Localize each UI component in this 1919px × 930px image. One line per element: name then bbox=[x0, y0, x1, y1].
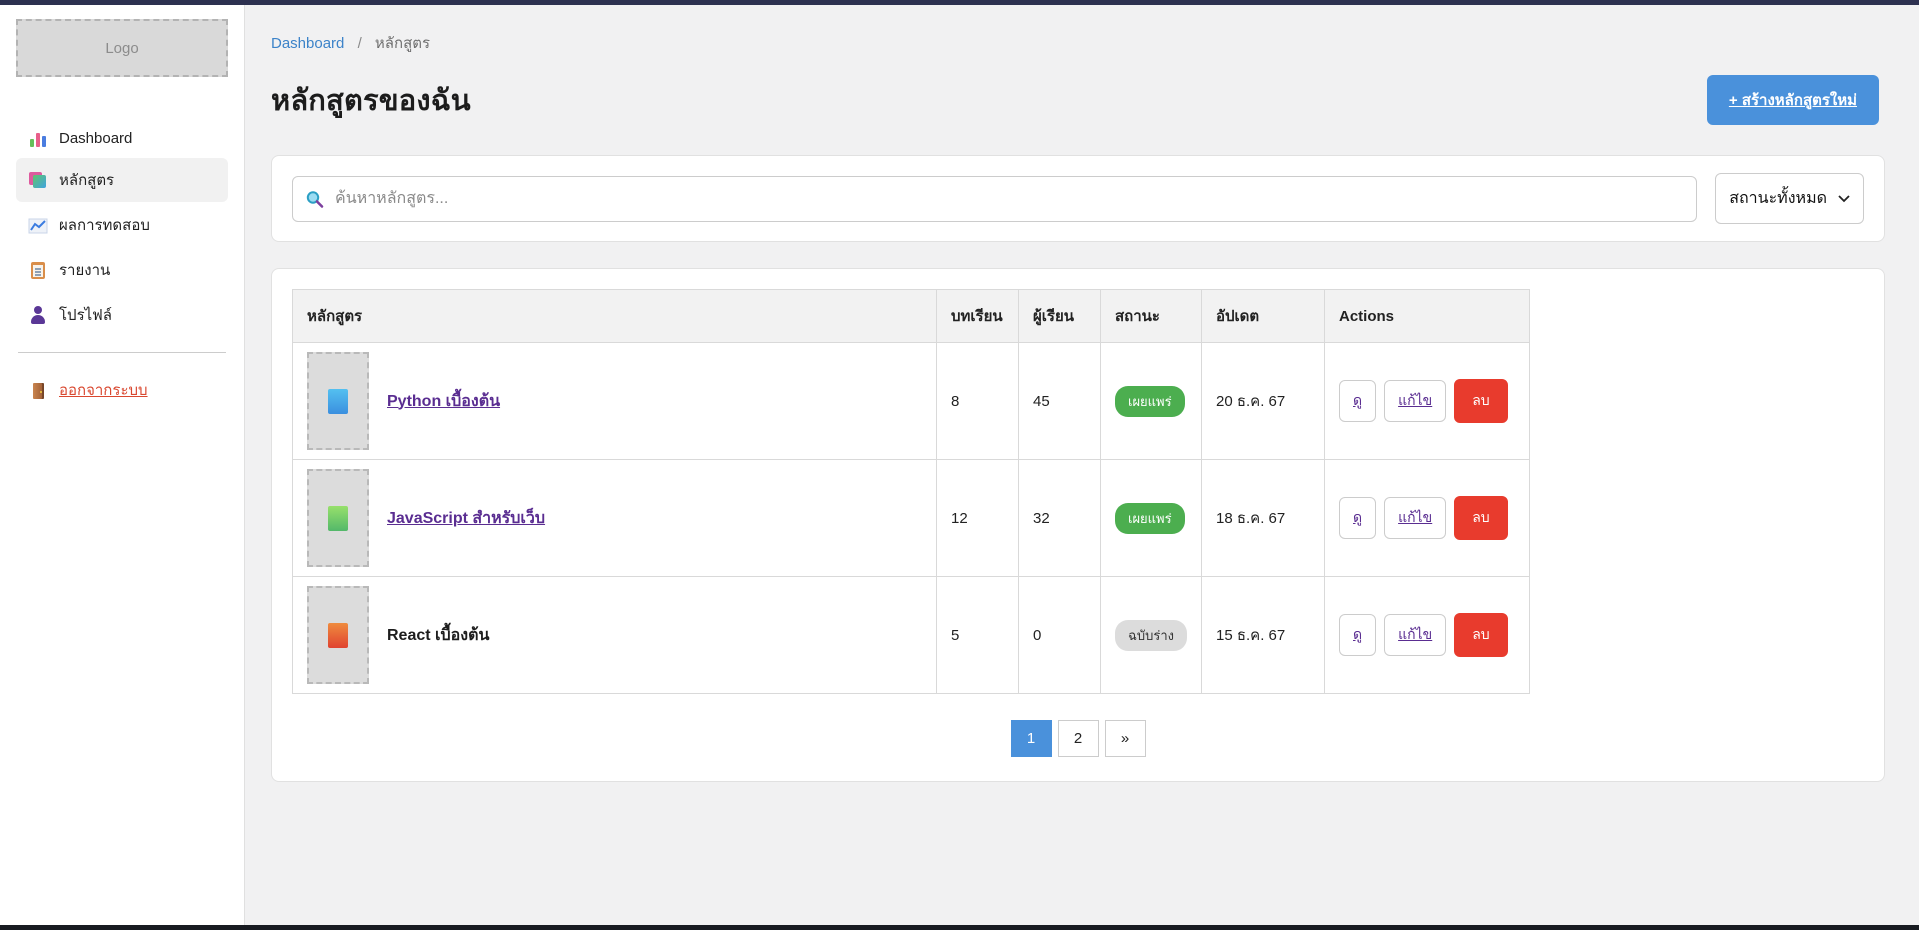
breadcrumb-separator: / bbox=[358, 35, 362, 52]
course-title-link[interactable]: JavaScript สำหรับเว็บ bbox=[387, 506, 545, 531]
book-icon bbox=[328, 623, 348, 648]
sidebar: Logo Dashboard หลักสูตร ผลการทดสอบ bbox=[0, 5, 245, 925]
updated-date: 20 ธ.ค. 67 bbox=[1202, 343, 1325, 460]
book-icon bbox=[328, 506, 348, 531]
clipboard-icon bbox=[28, 261, 48, 279]
delete-button[interactable]: ลบ bbox=[1454, 613, 1507, 657]
sidebar-item-label: ผลการทดสอบ bbox=[59, 213, 150, 237]
filter-card: สถานะทั้งหมด bbox=[271, 155, 1885, 242]
students-count: 0 bbox=[1019, 577, 1101, 694]
chevron-down-icon bbox=[1838, 190, 1850, 208]
course-row: React เบื้องต้น 5 0 ฉบับร่าง 15 ธ.ค. 67 … bbox=[293, 577, 1530, 694]
course-row: JavaScript สำหรับเว็บ 12 32 เผยแพร่ 18 ธ… bbox=[293, 460, 1530, 577]
sidebar-item-profile[interactable]: โปรไฟล์ bbox=[16, 293, 228, 337]
status-badge: เผยแพร่ bbox=[1115, 386, 1185, 417]
status-badge: ฉบับร่าง bbox=[1115, 620, 1187, 651]
edit-button[interactable]: แก้ไข bbox=[1384, 497, 1446, 539]
page-title: หลักสูตรของฉัน bbox=[271, 77, 471, 123]
col-header-lessons: บทเรียน bbox=[937, 290, 1019, 343]
sidebar-item-label: Dashboard bbox=[59, 130, 132, 147]
course-row: Python เบื้องต้น 8 45 เผยแพร่ 20 ธ.ค. 67… bbox=[293, 343, 1530, 460]
page-header: หลักสูตรของฉัน + สร้างหลักสูตรใหม่ bbox=[271, 75, 1885, 125]
bottom-accent-bar bbox=[0, 925, 1919, 930]
status-badge: เผยแพร่ bbox=[1115, 503, 1185, 534]
courses-table-card: หลักสูตร บทเรียน ผู้เรียน สถานะ อัปเดต A… bbox=[271, 268, 1885, 782]
col-header-status: สถานะ bbox=[1101, 290, 1202, 343]
sidebar-item-label: รายงาน bbox=[59, 258, 110, 282]
updated-date: 15 ธ.ค. 67 bbox=[1202, 577, 1325, 694]
sidebar-nav: Dashboard หลักสูตร ผลการทดสอบ รายงาน bbox=[16, 119, 228, 337]
delete-button[interactable]: ลบ bbox=[1454, 496, 1507, 540]
lessons-count: 12 bbox=[937, 460, 1019, 577]
course-title-text: React เบื้องต้น bbox=[387, 623, 489, 648]
page-button-2[interactable]: 2 bbox=[1058, 720, 1099, 757]
page-button-1[interactable]: 1 bbox=[1011, 720, 1052, 757]
sidebar-item-label: โปรไฟล์ bbox=[59, 303, 112, 327]
search-input[interactable] bbox=[292, 176, 1697, 222]
view-button[interactable]: ดู bbox=[1339, 614, 1376, 656]
book-icon bbox=[328, 389, 348, 414]
lessons-count: 8 bbox=[937, 343, 1019, 460]
logo-placeholder: Logo bbox=[16, 19, 228, 77]
sidebar-item-reports[interactable]: รายงาน bbox=[16, 248, 228, 292]
course-thumbnail bbox=[307, 469, 369, 567]
bar-chart-icon bbox=[28, 129, 48, 147]
sidebar-item-label: หลักสูตร bbox=[59, 168, 114, 192]
search-icon bbox=[305, 189, 324, 208]
col-header-updated: อัปเดต bbox=[1202, 290, 1325, 343]
line-chart-icon bbox=[28, 216, 48, 234]
main-content: Dashboard / หลักสูตร หลักสูตรของฉัน + สร… bbox=[245, 5, 1919, 925]
students-count: 45 bbox=[1019, 343, 1101, 460]
pagination: 1 2 » bbox=[292, 720, 1864, 757]
updated-date: 18 ธ.ค. 67 bbox=[1202, 460, 1325, 577]
col-header-students: ผู้เรียน bbox=[1019, 290, 1101, 343]
course-thumbnail bbox=[307, 586, 369, 684]
edit-button[interactable]: แก้ไข bbox=[1384, 380, 1446, 422]
search-field-wrap bbox=[292, 176, 1697, 222]
edit-button[interactable]: แก้ไข bbox=[1384, 614, 1446, 656]
students-count: 32 bbox=[1019, 460, 1101, 577]
sidebar-item-courses[interactable]: หลักสูตร bbox=[16, 158, 228, 202]
sidebar-item-test-results[interactable]: ผลการทดสอบ bbox=[16, 203, 228, 247]
sidebar-item-dashboard[interactable]: Dashboard bbox=[16, 119, 228, 157]
breadcrumb-current: หลักสูตร bbox=[375, 35, 430, 52]
course-thumbnail bbox=[307, 352, 369, 450]
door-icon bbox=[28, 381, 48, 399]
col-header-actions: Actions bbox=[1325, 290, 1530, 343]
next-page-button[interactable]: » bbox=[1105, 720, 1146, 757]
logout-link[interactable]: ออกจากระบบ bbox=[16, 368, 228, 412]
courses-table: หลักสูตร บทเรียน ผู้เรียน สถานะ อัปเดต A… bbox=[292, 289, 1530, 694]
sidebar-divider bbox=[18, 352, 226, 353]
breadcrumb: Dashboard / หลักสูตร bbox=[271, 31, 1885, 55]
books-icon bbox=[28, 171, 48, 189]
logout-label: ออกจากระบบ bbox=[59, 378, 148, 402]
status-filter-select[interactable]: สถานะทั้งหมด bbox=[1715, 173, 1864, 224]
create-course-button[interactable]: + สร้างหลักสูตรใหม่ bbox=[1707, 75, 1879, 125]
table-header-row: หลักสูตร บทเรียน ผู้เรียน สถานะ อัปเดต A… bbox=[293, 290, 1530, 343]
lessons-count: 5 bbox=[937, 577, 1019, 694]
person-icon bbox=[28, 306, 48, 324]
course-title-link[interactable]: Python เบื้องต้น bbox=[387, 389, 500, 414]
delete-button[interactable]: ลบ bbox=[1454, 379, 1507, 423]
status-filter-value: สถานะทั้งหมด bbox=[1729, 186, 1827, 211]
breadcrumb-dashboard-link[interactable]: Dashboard bbox=[271, 35, 344, 52]
col-header-course: หลักสูตร bbox=[293, 290, 937, 343]
view-button[interactable]: ดู bbox=[1339, 380, 1376, 422]
view-button[interactable]: ดู bbox=[1339, 497, 1376, 539]
